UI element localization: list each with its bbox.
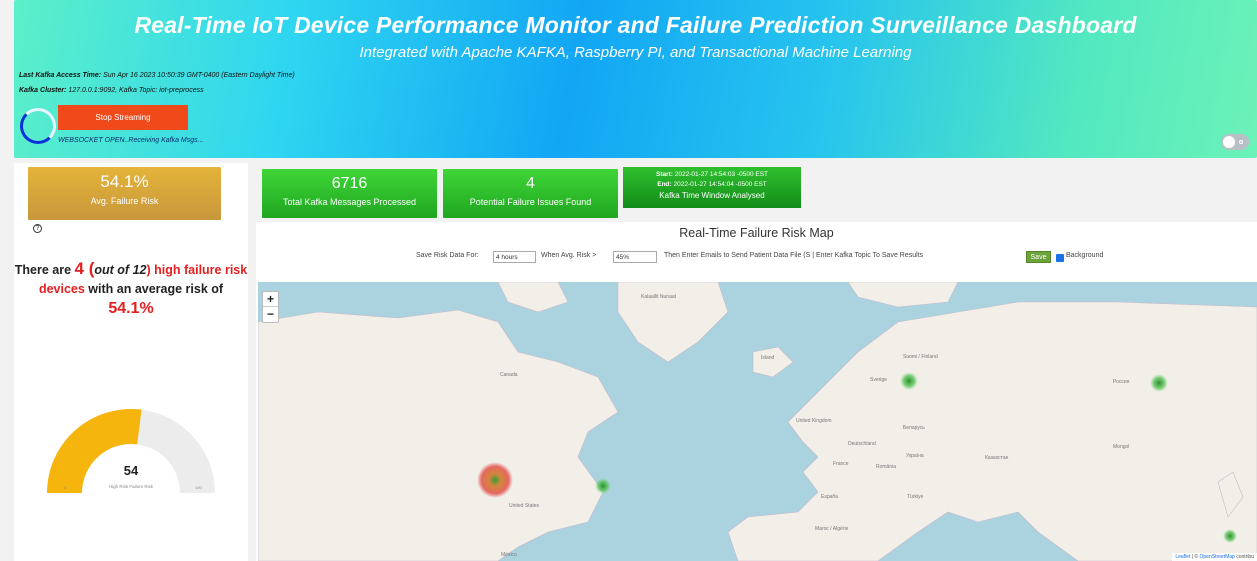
- messages-processed-card: 6716 Total Kafka Messages Processed: [262, 169, 437, 218]
- gauge-max-label: 100: [195, 485, 202, 490]
- risk-summary-panel: 54.1% Avg. Failure Risk ? There are 4 (o…: [14, 163, 248, 561]
- attr-separator: | ©: [1190, 554, 1200, 560]
- attr-tail: contribu: [1234, 554, 1254, 560]
- when-risk-label: When Avg. Risk >: [541, 252, 597, 259]
- risk-marker-high[interactable]: [477, 462, 513, 498]
- map-tiles: [258, 282, 1257, 561]
- map-attribution: Leaflet | © OpenStreetMap contribu: [1172, 553, 1257, 561]
- gauge-caption: High Risk Failure Risk: [108, 484, 154, 489]
- summary-out-of: out of 12: [94, 263, 147, 277]
- time-window-card: Start: 2022-01-27 14:54:03 -0500 EST End…: [623, 167, 801, 208]
- last-access-label: Last Kafka Access Time:: [19, 72, 102, 79]
- time-window-label: Kafka Time Window Analysed: [659, 191, 765, 200]
- save-for-input[interactable]: [493, 251, 536, 263]
- gauge-fill: [47, 409, 142, 493]
- place-label: Беларусь: [903, 425, 925, 431]
- failure-issues-card: 4 Potential Failure Issues Found: [443, 169, 618, 218]
- when-risk-input[interactable]: [613, 251, 657, 263]
- summary-suffix: with an average risk of: [84, 282, 224, 296]
- place-label: Kalaallit Nunaat: [641, 294, 677, 300]
- risk-summary-text: There are 4 (out of 12) high failure ris…: [14, 259, 248, 319]
- cluster-label: Kafka Cluster:: [19, 87, 67, 94]
- place-label: Canada: [500, 372, 518, 378]
- leaflet-link[interactable]: Leaflet: [1175, 554, 1190, 560]
- failure-risk-map[interactable]: Kalaallit Nunaat Canada Ísland Sverige S…: [258, 282, 1257, 561]
- place-label: Türkiye: [907, 494, 924, 500]
- loading-spinner-icon: [20, 108, 56, 144]
- messages-processed-label: Total Kafka Messages Processed: [282, 197, 417, 207]
- start-label: Start:: [655, 171, 673, 178]
- place-label: Ísland: [761, 355, 775, 361]
- map-zoom-control: + −: [262, 291, 279, 323]
- background-label: Background: [1066, 252, 1104, 259]
- instructions-text: Then Enter Emails to Send Patient Data F…: [664, 252, 924, 259]
- end-value: 2022-01-27 14:54:04 -0500 EST: [673, 181, 767, 188]
- avg-risk-value: 54.1%: [100, 172, 149, 191]
- map-title: Real-Time Failure Risk Map: [679, 226, 834, 240]
- map-controls: Save Risk Data For: When Avg. Risk > The…: [256, 250, 1257, 266]
- zoom-out-button[interactable]: −: [263, 307, 278, 322]
- kafka-cluster-info: Kafka Cluster: 127.0.0.1:9092, Kafka Top…: [19, 87, 204, 94]
- place-label: México: [501, 552, 517, 558]
- place-label: United Kingdom: [796, 418, 832, 424]
- osm-link[interactable]: OpenStreetMap: [1200, 554, 1235, 560]
- place-label: Maroc / Algérie: [815, 526, 849, 532]
- place-label: Deutschland: [848, 441, 876, 447]
- failure-issues-label: Potential Failure Issues Found: [469, 197, 592, 207]
- dashboard-root: Real-Time IoT Device Performance Monitor…: [0, 0, 1257, 561]
- place-label: United States: [509, 503, 540, 509]
- place-label: Mongol: [1113, 444, 1130, 450]
- summary-paren-open: (: [84, 259, 95, 278]
- place-label: Suomi / Finland: [903, 354, 938, 360]
- websocket-status: WEBSOCKET OPEN..Receiving Kafka Msgs...: [58, 137, 204, 144]
- page-subtitle: Integrated with Apache KAFKA, Raspberry …: [359, 44, 912, 61]
- avg-failure-risk-card: 54.1% Avg. Failure Risk: [28, 167, 221, 220]
- save-for-label: Save Risk Data For:: [416, 252, 479, 259]
- stop-streaming-button[interactable]: Stop Streaming: [58, 105, 188, 130]
- toggle-dot-icon: [1239, 140, 1243, 144]
- last-access-time: Last Kafka Access Time: Sun Apr 16 2023 …: [19, 72, 295, 79]
- risk-marker[interactable]: [595, 478, 611, 494]
- last-access-value: Sun Apr 16 2023 10:50:39 GMT-0400 (Easte…: [103, 72, 295, 79]
- zoom-in-button[interactable]: +: [263, 292, 278, 307]
- risk-marker[interactable]: [1150, 374, 1168, 392]
- header-banner: Real-Time IoT Device Performance Monitor…: [14, 0, 1257, 158]
- messages-processed-value: 6716: [331, 175, 368, 192]
- cluster-value: 127.0.0.1:9092, Kafka Topic: iot-preproc…: [68, 87, 204, 94]
- place-label: España: [821, 494, 838, 500]
- background-checkbox[interactable]: [1056, 254, 1064, 262]
- place-label: Россия: [1113, 379, 1130, 385]
- help-icon[interactable]: ?: [33, 224, 42, 233]
- save-button[interactable]: Save: [1026, 251, 1051, 263]
- summary-avg-risk-pct: 54.1%: [108, 300, 154, 317]
- avg-risk-label: Avg. Failure Risk: [90, 196, 159, 206]
- place-label: România: [876, 464, 897, 470]
- risk-marker[interactable]: [900, 372, 918, 390]
- place-label: France: [833, 461, 849, 467]
- risk-map-panel: Real-Time Failure Risk Map Save Risk Dat…: [256, 222, 1257, 561]
- time-window-end: End: 2022-01-27 14:54:04 -0500 EST: [623, 180, 801, 190]
- place-label: Казахстан: [985, 455, 1009, 461]
- risk-gauge: [47, 409, 215, 493]
- start-value: 2022-01-27 14:54:03 -0500 EST: [674, 171, 769, 178]
- page-title: Real-Time IoT Device Performance Monitor…: [134, 12, 1137, 38]
- theme-toggle[interactable]: [1221, 134, 1249, 150]
- place-label: Sverige: [870, 377, 887, 383]
- risk-marker[interactable]: [1223, 529, 1237, 543]
- high-risk-count: 4: [74, 259, 84, 278]
- place-label: Україна: [906, 453, 924, 459]
- gauge-value: 54: [123, 463, 139, 478]
- end-label: End:: [657, 181, 672, 188]
- failure-issues-value: 4: [526, 175, 535, 192]
- time-window-start: Start: 2022-01-27 14:54:03 -0500 EST: [623, 170, 801, 180]
- summary-prefix: There are: [14, 263, 75, 277]
